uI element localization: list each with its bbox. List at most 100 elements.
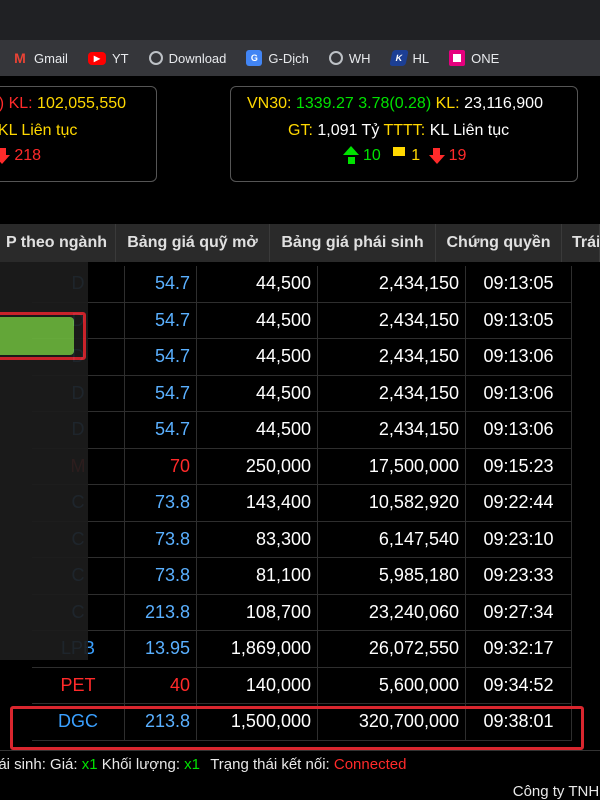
- time-cell: 09:32:17: [466, 631, 572, 667]
- bookmark-gmail[interactable]: M Gmail: [12, 50, 68, 66]
- arrow-up-icon: [343, 145, 359, 164]
- table-row: C73.8143,40010,582,92009:22:44: [32, 485, 572, 522]
- table-row: D54.744,5002,434,15009:13:05: [32, 266, 572, 303]
- globe-icon: [328, 51, 343, 65]
- bookmark-yt[interactable]: ▶ YT: [87, 50, 129, 66]
- time-cell: 09:13:05: [466, 266, 572, 302]
- highlight-box: [0, 312, 86, 360]
- time-cell: 09:15:23: [466, 448, 572, 484]
- time-cell: 09:13:05: [466, 302, 572, 338]
- price-cell: 73.8: [125, 558, 197, 594]
- value-cell: 10,582,920: [318, 485, 466, 521]
- bookmark-download[interactable]: Download: [148, 50, 227, 66]
- tab-trai-phieu[interactable]: Trái: [562, 224, 600, 262]
- kl-value: 23,116,900: [464, 95, 543, 112]
- bookmark-wh[interactable]: WH: [328, 50, 371, 66]
- overlay-panel: [0, 262, 88, 660]
- status-bar: hái sinh: Giá: x1 Khối lượng: x1 Trạng t…: [0, 750, 600, 800]
- bookmark-label: YT: [111, 50, 129, 66]
- volume-cell: 1,869,000: [197, 631, 318, 667]
- gmail-icon: M: [14, 50, 26, 66]
- bookmark-hl[interactable]: K HL: [388, 50, 430, 66]
- tab-chung-quyen[interactable]: Chứng quyền: [436, 224, 562, 262]
- hl-icon: K: [388, 50, 409, 66]
- price-cell: 54.7: [125, 339, 197, 375]
- status-line: hái sinh: Giá: x1 Khối lượng: x1 Trạng t…: [0, 756, 406, 773]
- volume-cell: 44,500: [197, 412, 318, 448]
- value-cell: 17,500,000: [318, 448, 466, 484]
- bookmark-one[interactable]: ONE: [449, 50, 499, 66]
- kl-label: KL:: [435, 95, 460, 112]
- price-cell: 213.8: [125, 594, 197, 630]
- price-cell: 54.7: [125, 266, 197, 302]
- price-board: 02) KL: 102,055,550 T: KL Liên tục 6 218…: [0, 76, 600, 800]
- time-cell: 09:22:44: [466, 485, 572, 521]
- time-cell: 09:13:06: [466, 412, 572, 448]
- down-count: 19: [448, 147, 467, 164]
- down-count: 218: [14, 147, 42, 164]
- value-cell: 2,434,150: [318, 375, 466, 411]
- table-row: M70250,00017,500,00009:15:23: [32, 448, 572, 485]
- table-row: C73.883,3006,147,54009:23:10: [32, 521, 572, 558]
- volume-multiplier: x1: [184, 756, 201, 773]
- bookmark-label: HL: [412, 50, 430, 66]
- table-row: LPB13.951,869,00026,072,55009:32:17: [32, 631, 572, 668]
- index-kl-value: 102,055,550: [37, 95, 127, 112]
- bookmark-label: WH: [348, 50, 371, 66]
- value-cell: 23,240,060: [318, 594, 466, 630]
- value-cell: 5,600,000: [318, 667, 466, 703]
- connection-status: Connected: [333, 756, 407, 773]
- volume-cell: 44,500: [197, 266, 318, 302]
- flat-count: 1: [411, 147, 421, 164]
- bookmark-g-dich[interactable]: G G-Dịch: [246, 50, 309, 66]
- globe-icon: [148, 51, 163, 65]
- bookmark-label: G-Dịch: [268, 50, 309, 66]
- price-cell: 54.7: [125, 412, 197, 448]
- value-cell: 26,072,550: [318, 631, 466, 667]
- flat-square-icon: [393, 147, 406, 157]
- status-label: Khối lượng:: [101, 756, 180, 773]
- tttt-value: KL Liên tục: [429, 122, 510, 139]
- bookmarks-bar: M Gmail ▶ YT Download G G-Dịch WH K HL ONE: [0, 40, 600, 76]
- index-box-vn30: VN30: 1339.27 3.78(0.28) KL: 23,116,900 …: [230, 86, 578, 182]
- index-name: VN30:: [247, 95, 292, 112]
- highlight-row-box: [10, 706, 584, 750]
- time-cell: 09:34:52: [466, 667, 572, 703]
- status-label: hái sinh: Giá:: [0, 756, 78, 773]
- symbol-cell: PET: [32, 667, 125, 703]
- tab-theo-nganh[interactable]: P theo ngành: [0, 224, 116, 262]
- volume-cell: 83,300: [197, 521, 318, 557]
- price-multiplier: x1: [81, 756, 98, 773]
- bookmark-label: Gmail: [34, 50, 68, 66]
- price-cell: 70: [125, 448, 197, 484]
- arrow-down-icon: [0, 147, 11, 164]
- price-cell: 54.7: [125, 302, 197, 338]
- tttt-label: TTTT:: [383, 122, 426, 139]
- time-cell: 09:27:34: [466, 594, 572, 630]
- table-row: C213.8108,70023,240,06009:27:34: [32, 594, 572, 631]
- value-cell: 5,985,180: [318, 558, 466, 594]
- index-change: 3.78(0.28): [358, 95, 432, 112]
- browser-titlebar: [0, 0, 600, 40]
- bookmark-label: ONE: [471, 50, 500, 66]
- gt-value: 1,091 Tỷ: [317, 122, 380, 139]
- youtube-icon: ▶: [87, 51, 106, 65]
- time-cell: 09:13:06: [466, 339, 572, 375]
- arrow-down-icon: [428, 147, 445, 164]
- gt-label: GT:: [288, 122, 313, 139]
- table-row: D54.744,5002,434,15009:13:06: [32, 375, 572, 412]
- board-tabs: P theo ngành Bảng giá quỹ mở Bảng giá ph…: [0, 224, 600, 262]
- table-row: D54.744,5002,434,15009:13:06: [32, 339, 572, 376]
- tab-quy-mo[interactable]: Bảng giá quỹ mở: [116, 224, 270, 262]
- tab-phai-sinh[interactable]: Bảng giá phái sinh: [270, 224, 436, 262]
- bookmark-label: Download: [168, 50, 227, 66]
- value-cell: 2,434,150: [318, 266, 466, 302]
- volume-cell: 250,000: [197, 448, 318, 484]
- index-session: T: KL Liên tục: [0, 122, 78, 139]
- volume-cell: 140,000: [197, 667, 318, 703]
- price-cell: 40: [125, 667, 197, 703]
- table-row: C73.881,1005,985,18009:23:33: [32, 558, 572, 595]
- volume-cell: 81,100: [197, 558, 318, 594]
- volume-cell: 44,500: [197, 375, 318, 411]
- value-cell: 2,434,150: [318, 412, 466, 448]
